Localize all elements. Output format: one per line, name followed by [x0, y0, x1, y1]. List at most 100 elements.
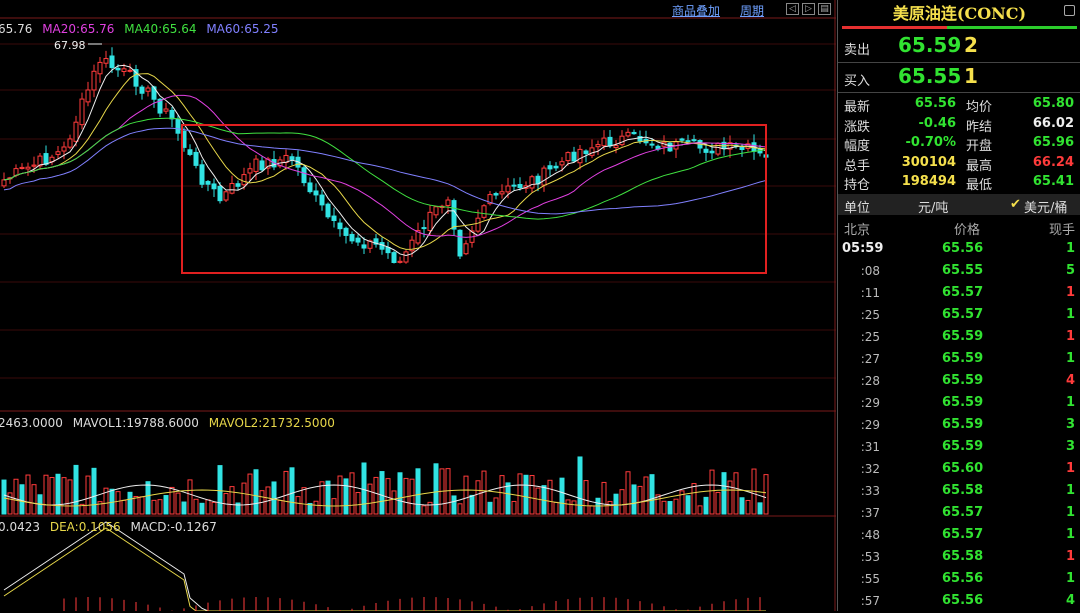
candle-body — [241, 174, 247, 186]
ma40-line — [3, 117, 767, 220]
kline-chart-area[interactable]: 商品叠加 周期 ◁ ▷ ▤ 65.76 MA20:65.76 MA40:65.6… — [0, 0, 836, 611]
tick-row[interactable]: :48 65.57 1 — [838, 525, 1080, 547]
candle-body — [349, 234, 355, 242]
overlay-commodity-link[interactable]: 商品叠加 — [672, 2, 720, 19]
tick-row[interactable]: :27 65.59 1 — [838, 349, 1080, 371]
tick-price-header: 价格 — [954, 223, 981, 238]
volume-bar — [355, 492, 361, 515]
volume-bar — [133, 495, 139, 515]
tick-qty-header: 现手 — [1048, 223, 1075, 238]
candle-body — [85, 89, 91, 103]
candle-body — [571, 151, 577, 162]
volume-bar — [373, 476, 379, 515]
volume-bar — [241, 482, 247, 515]
volume-bar — [151, 499, 157, 515]
tick-qty: 1 — [1065, 329, 1075, 344]
check-icon: ✔ — [1010, 197, 1021, 212]
tick-row[interactable]: :33 65.58 1 — [838, 481, 1080, 503]
candle-body — [547, 165, 553, 170]
tick-row[interactable]: :25 65.57 1 — [838, 305, 1080, 327]
volume-bar — [529, 475, 535, 515]
tick-row[interactable]: 05:59 65.56 1 — [838, 239, 1080, 261]
tick-price: 65.59 — [942, 373, 984, 388]
scroll-right-button[interactable]: ▷ — [802, 3, 815, 15]
candle-body — [391, 252, 397, 263]
candle-body — [205, 180, 211, 185]
stat-cell: 均价 65.80 — [966, 96, 1074, 116]
scroll-end-button[interactable]: ▤ — [818, 3, 831, 15]
tick-qty: 1 — [1065, 571, 1075, 586]
volume-bar — [469, 494, 475, 515]
stat-cell: 开盘 65.96 — [966, 135, 1074, 155]
volume-bar — [709, 469, 715, 515]
tick-row[interactable]: :32 65.60 1 — [838, 459, 1080, 481]
volume-bar — [571, 500, 577, 515]
volume-bar — [547, 479, 553, 515]
tick-qty: 1 — [1065, 351, 1075, 366]
divider — [838, 92, 1080, 93]
ask-row[interactable]: 卖出 65.59 2 — [838, 31, 1080, 61]
period-link[interactable]: 周期 — [740, 2, 764, 19]
tick-row[interactable]: :37 65.57 1 — [838, 503, 1080, 525]
tick-qty: 5 — [1065, 263, 1075, 278]
volume-bar — [163, 495, 169, 515]
unit-usd-option[interactable]: 美元/桶 — [1024, 197, 1067, 216]
volume-bar — [427, 501, 433, 515]
candle-body — [403, 251, 409, 263]
volume-bar — [589, 505, 595, 515]
tick-time: :55 — [860, 572, 880, 586]
tick-price: 65.59 — [942, 417, 984, 432]
tick-row[interactable]: :57 65.56 4 — [838, 591, 1080, 613]
volume-bar — [73, 464, 79, 515]
candle-body — [229, 182, 235, 194]
tick-time: 05:59 — [842, 241, 884, 256]
volume-bar — [535, 487, 541, 515]
volume-bar — [367, 483, 373, 515]
tick-row[interactable]: :29 65.59 3 — [838, 415, 1080, 437]
candle-body — [301, 167, 307, 184]
volume-bar — [703, 496, 709, 515]
contract-title[interactable]: 美原油连(CONC) — [838, 0, 1080, 26]
volume-bar — [697, 505, 703, 515]
tick-row[interactable]: :31 65.59 3 — [838, 437, 1080, 459]
candle-body — [235, 183, 241, 187]
volume-bar — [451, 495, 457, 515]
volume-bar — [745, 499, 751, 515]
tick-row[interactable]: :11 65.57 1 — [838, 283, 1080, 305]
tick-price: 65.60 — [942, 461, 984, 476]
volume-bar — [49, 476, 55, 515]
volume-bar — [391, 490, 397, 515]
close-icon[interactable] — [1064, 5, 1075, 16]
candle-body — [55, 151, 61, 155]
candle-body — [103, 58, 109, 64]
tick-row[interactable]: :28 65.59 4 — [838, 371, 1080, 393]
stat-cell: 幅度 -0.70% — [844, 135, 956, 155]
bid-price: 65.55 — [898, 64, 962, 88]
dif-value: 0.0423 — [0, 520, 40, 534]
scroll-left-button[interactable]: ◁ — [786, 3, 799, 15]
candle-body — [607, 136, 613, 147]
tick-row[interactable]: :55 65.56 1 — [838, 569, 1080, 591]
candle-body — [199, 164, 205, 185]
bid-row[interactable]: 买入 65.55 1 — [838, 62, 1080, 92]
stat-value: 65.56 — [914, 96, 956, 111]
candle-body — [343, 227, 349, 236]
unit-cny-option[interactable]: 元/吨 — [918, 197, 948, 216]
stat-label: 最高 — [966, 158, 993, 174]
tick-price: 65.58 — [942, 483, 984, 498]
tick-row[interactable]: :25 65.59 1 — [838, 327, 1080, 349]
volume-bar — [13, 478, 19, 515]
candle-body — [313, 190, 319, 196]
volume-bar — [55, 473, 61, 515]
unit-bar[interactable]: 单位 元/吨 ✔ 美元/桶 — [838, 194, 1080, 216]
candle-body — [559, 161, 565, 166]
tick-time: :29 — [860, 418, 880, 432]
candle-body — [427, 211, 433, 231]
tick-row[interactable]: :08 65.55 5 — [838, 261, 1080, 283]
tick-row[interactable]: :53 65.58 1 — [838, 547, 1080, 569]
tick-row[interactable]: :29 65.59 1 — [838, 393, 1080, 415]
volume-bar — [661, 500, 667, 515]
volume-bar — [559, 477, 565, 515]
candle-body — [709, 150, 715, 154]
candle-body — [379, 242, 385, 250]
